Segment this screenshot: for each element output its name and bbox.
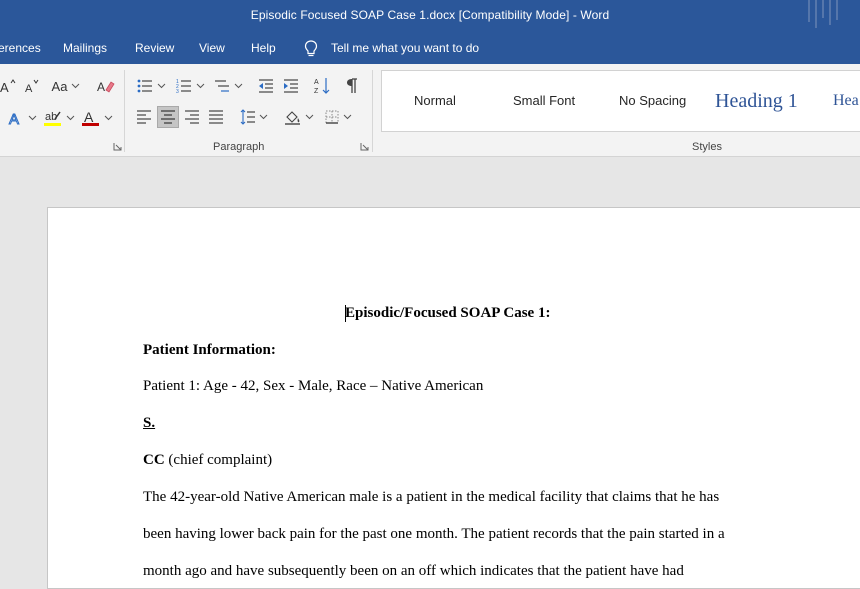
- tab-help[interactable]: Help: [251, 41, 276, 55]
- clear-formatting-button[interactable]: A: [96, 76, 116, 96]
- group-separator: [124, 70, 125, 152]
- style-no-spacing[interactable]: No Spacing: [619, 71, 686, 131]
- tab-references[interactable]: erences: [0, 41, 41, 55]
- sort-az-icon: A Z: [314, 78, 330, 95]
- paint-bucket-icon: [285, 111, 300, 125]
- paragraph-line: The 42-year-old Native American male is …: [143, 489, 720, 505]
- svg-text:A: A: [25, 83, 33, 94]
- svg-text:A: A: [9, 111, 19, 126]
- shading-button[interactable]: [282, 106, 316, 128]
- document-title: Episodic/Focused SOAP Case 1:: [345, 305, 551, 321]
- paragraph-dialog-launcher-icon[interactable]: [360, 142, 369, 151]
- change-case-label: Aa: [51, 78, 68, 94]
- change-case-button[interactable]: Aa: [50, 76, 82, 96]
- ribbon: A A Aa A A ab A 1 2 3 A Z Paragraph Norm…: [0, 64, 860, 157]
- chevron-down-icon: [259, 114, 268, 120]
- ribbon-tab-bar: erences Mailings Review View Help Tell m…: [0, 33, 860, 64]
- section-s-heading: S.: [143, 415, 156, 431]
- chevron-down-icon: [343, 114, 351, 120]
- pilcrow-icon: [347, 78, 357, 93]
- group-separator: [372, 70, 373, 152]
- tab-mailings[interactable]: Mailings: [63, 41, 107, 55]
- line-spacing-button[interactable]: [238, 106, 270, 128]
- style-heading-1[interactable]: Heading 1: [715, 71, 798, 131]
- shrink-font-button[interactable]: A: [24, 76, 42, 96]
- tab-view[interactable]: View: [199, 41, 225, 55]
- patient-line: Patient 1: Age - 42, Sex - Male, Race – …: [143, 378, 484, 394]
- bullets-button[interactable]: [135, 76, 167, 96]
- svg-text:ab: ab: [45, 111, 57, 123]
- tab-review[interactable]: Review: [135, 41, 174, 55]
- show-hide-marks-button[interactable]: [342, 76, 362, 96]
- chevron-down-icon: [28, 115, 36, 121]
- cc-label: CC: [143, 452, 165, 468]
- chief-complaint-line: CC (chief complaint): [143, 452, 272, 469]
- font-dialog-launcher-icon[interactable]: [113, 142, 122, 151]
- clear-formatting-icon: A: [97, 80, 115, 94]
- text-effects-button[interactable]: A: [4, 107, 40, 129]
- justify-button[interactable]: [206, 106, 226, 128]
- chevron-down-icon: [72, 83, 80, 89]
- font-color-button[interactable]: A: [80, 107, 114, 129]
- chevron-down-icon: [66, 115, 74, 121]
- borders-icon: [325, 110, 338, 124]
- font-color-icon: A: [81, 109, 99, 126]
- style-heading-2[interactable]: Hea: [833, 71, 859, 131]
- chevron-down-icon: [234, 83, 242, 89]
- window-title: Episodic Focused SOAP Case 1.docx [Compa…: [250, 8, 610, 22]
- align-center-icon: [161, 110, 175, 124]
- decorative-pattern: [806, 0, 840, 30]
- increase-indent-button[interactable]: [281, 76, 301, 96]
- highlighter-icon: ab: [43, 111, 61, 126]
- paragraph-line: been having lower back pain for the past…: [143, 526, 725, 542]
- chevron-down-icon: [157, 83, 165, 89]
- paragraph-group-label: Paragraph: [213, 141, 265, 153]
- title-bar: Episodic Focused SOAP Case 1.docx [Compa…: [0, 0, 860, 33]
- numbering-icon: 1 2 3: [176, 79, 191, 93]
- multilevel-list-button[interactable]: [211, 76, 245, 96]
- chevron-down-icon: [305, 114, 314, 120]
- chevron-down-icon: [104, 115, 112, 121]
- svg-text:Z: Z: [314, 88, 319, 95]
- sort-button[interactable]: A Z: [312, 76, 332, 96]
- justify-icon: [209, 110, 223, 124]
- align-right-icon: [185, 110, 199, 124]
- chevron-down-icon: [196, 83, 204, 89]
- svg-text:A: A: [0, 80, 9, 94]
- patient-info-heading: Patient Information:: [143, 342, 276, 358]
- styles-group-label: Styles: [692, 141, 722, 153]
- decrease-indent-icon: [259, 79, 273, 93]
- increase-indent-icon: [284, 79, 298, 93]
- svg-text:A: A: [314, 79, 319, 86]
- grow-font-icon: A: [0, 79, 16, 94]
- align-center-button[interactable]: [157, 106, 179, 128]
- paragraph-line: month ago and have subsequently been on …: [143, 563, 684, 579]
- align-right-button[interactable]: [182, 106, 202, 128]
- svg-text:3: 3: [176, 89, 179, 93]
- cc-text: (chief complaint): [164, 452, 273, 468]
- style-normal[interactable]: Normal: [414, 71, 456, 131]
- text-effects-icon: A: [8, 111, 19, 127]
- line-spacing-icon: [240, 109, 255, 125]
- lightbulb-icon: [304, 40, 318, 57]
- multilevel-list-icon: [214, 80, 229, 92]
- shrink-font-icon: A: [25, 79, 39, 94]
- svg-text:A: A: [97, 80, 105, 94]
- borders-button[interactable]: [322, 106, 354, 128]
- tell-me-input[interactable]: Tell me what you want to do: [331, 41, 479, 55]
- highlight-color-button[interactable]: ab: [42, 107, 76, 129]
- styles-gallery: Normal Small Font No Spacing Heading 1 H…: [381, 70, 860, 132]
- svg-text:A: A: [84, 109, 94, 125]
- bullets-icon: [137, 79, 152, 93]
- grow-font-button[interactable]: A: [0, 76, 18, 96]
- numbering-button[interactable]: 1 2 3: [173, 76, 207, 96]
- style-small-font[interactable]: Small Font: [513, 71, 575, 131]
- align-left-button[interactable]: [134, 106, 154, 128]
- decrease-indent-button[interactable]: [256, 76, 276, 96]
- align-left-icon: [137, 110, 151, 124]
